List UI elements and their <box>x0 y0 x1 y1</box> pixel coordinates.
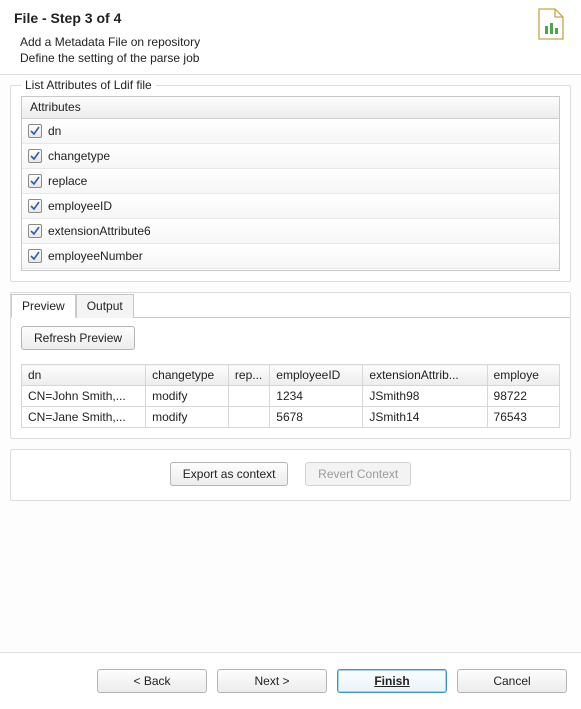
cell <box>228 407 269 428</box>
attribute-row[interactable]: changetype <box>22 144 559 169</box>
attribute-row[interactable]: replace <box>22 169 559 194</box>
attribute-row[interactable]: dn <box>22 119 559 144</box>
wizard-footer: < Back Next > Finish Cancel <box>0 653 581 709</box>
checkbox-icon[interactable] <box>28 199 42 213</box>
attribute-label: replace <box>48 174 87 188</box>
cell: 76543 <box>487 407 559 428</box>
tab-preview[interactable]: Preview <box>11 294 76 318</box>
tab-output[interactable]: Output <box>76 294 134 318</box>
table-header-row: dn changetype rep... employeeID extensio… <box>22 365 560 386</box>
table-row[interactable]: CN=Jane Smith,... modify 5678 JSmith14 7… <box>22 407 560 428</box>
export-context-button[interactable]: Export as context <box>170 462 289 486</box>
preview-table: dn changetype rep... employeeID extensio… <box>21 364 560 428</box>
col-header[interactable]: employe <box>487 365 559 386</box>
cell: modify <box>146 407 229 428</box>
col-header[interactable]: rep... <box>228 365 269 386</box>
attribute-label: dn <box>48 124 61 138</box>
col-header[interactable]: extensionAttrib... <box>363 365 487 386</box>
checkbox-icon[interactable] <box>28 124 42 138</box>
cell: JSmith98 <box>363 386 487 407</box>
back-button[interactable]: < Back <box>97 669 207 693</box>
next-button[interactable]: Next > <box>217 669 327 693</box>
cell: 98722 <box>487 386 559 407</box>
col-header[interactable]: employeeID <box>270 365 363 386</box>
wizard-dialog: File - Step 3 of 4 Add a Metadata File o… <box>0 0 581 709</box>
preview-tabs: Preview Output <box>11 293 570 318</box>
revert-context-button: Revert Context <box>305 462 411 486</box>
attribute-label: extensionAttribute6 <box>48 224 151 238</box>
attribute-row[interactable]: employeeID <box>22 194 559 219</box>
checkbox-icon[interactable] <box>28 224 42 238</box>
cell: 1234 <box>270 386 363 407</box>
context-group: Export as context Revert Context <box>10 449 571 501</box>
finish-button-label: Finish <box>374 674 409 688</box>
preview-group: Preview Output Refresh Preview dn <box>10 292 571 439</box>
finish-button[interactable]: Finish <box>337 669 447 693</box>
wizard-title: File - Step 3 of 4 <box>14 10 567 26</box>
cell: 5678 <box>270 407 363 428</box>
cell <box>228 386 269 407</box>
attributes-list[interactable]: dn changetype replace employeeID <box>22 119 559 270</box>
cell: CN=John Smith,... <box>22 386 146 407</box>
col-header[interactable]: changetype <box>146 365 229 386</box>
cell: CN=Jane Smith,... <box>22 407 146 428</box>
attributes-column-header: Attributes <box>22 97 559 119</box>
refresh-preview-button[interactable]: Refresh Preview <box>21 326 135 350</box>
wizard-subtitle-line1: Add a Metadata File on repository <box>20 34 567 50</box>
attribute-label: changetype <box>48 149 110 163</box>
checkbox-icon[interactable] <box>28 149 42 163</box>
cancel-button[interactable]: Cancel <box>457 669 567 693</box>
attribute-label: employeeID <box>48 199 112 213</box>
attribute-row[interactable]: extensionAttribute6 <box>22 219 559 244</box>
cell: JSmith14 <box>363 407 487 428</box>
attributes-group: List Attributes of Ldif file Attributes … <box>10 85 571 282</box>
cell: modify <box>146 386 229 407</box>
attribute-row[interactable]: employeeNumber <box>22 244 559 269</box>
checkbox-icon[interactable] <box>28 249 42 263</box>
checkbox-icon[interactable] <box>28 174 42 188</box>
attribute-label: employeeNumber <box>48 249 143 263</box>
wizard-body: List Attributes of Ldif file Attributes … <box>0 74 581 653</box>
attributes-listbox: Attributes dn changetype replace <box>21 96 560 271</box>
wizard-header: File - Step 3 of 4 Add a Metadata File o… <box>0 0 581 74</box>
attributes-group-label: List Attributes of Ldif file <box>21 78 156 92</box>
col-header[interactable]: dn <box>22 365 146 386</box>
file-icon <box>537 8 565 43</box>
wizard-subtitle-line2: Define the setting of the parse job <box>20 50 567 66</box>
table-row[interactable]: CN=John Smith,... modify 1234 JSmith98 9… <box>22 386 560 407</box>
wizard-subtitle: Add a Metadata File on repository Define… <box>14 34 567 66</box>
